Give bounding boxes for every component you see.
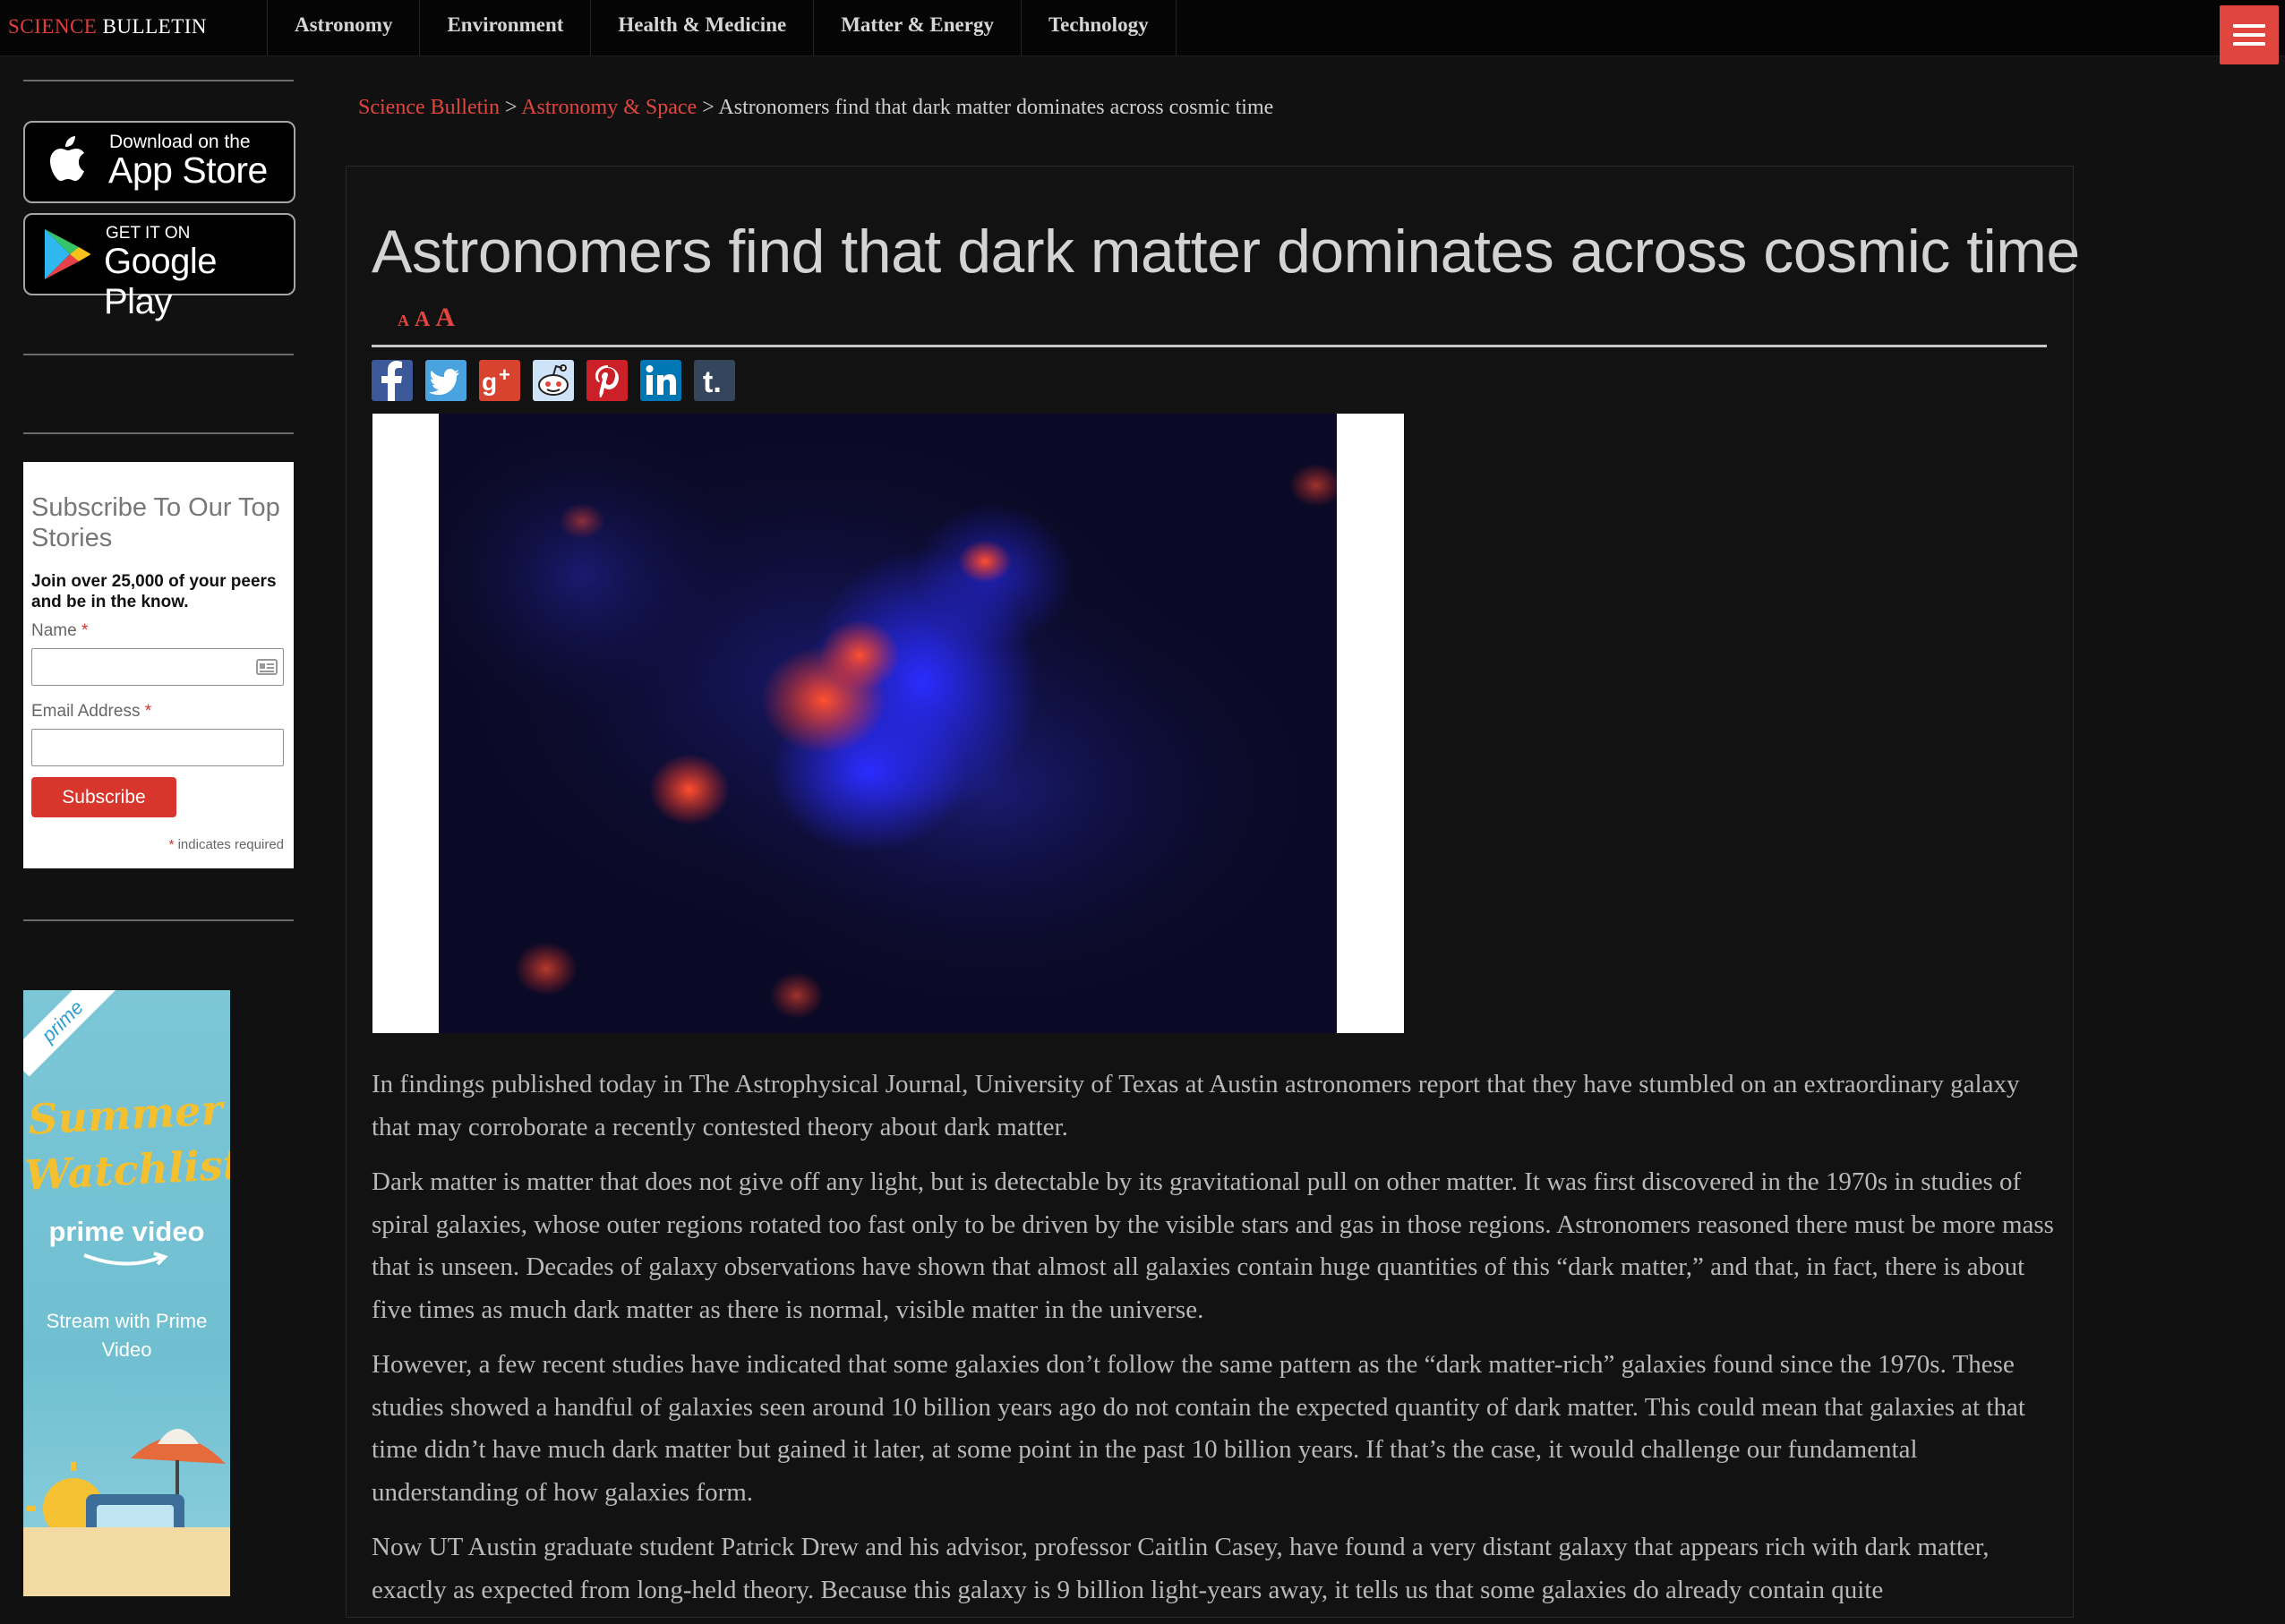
google-play-icon [45,229,90,279]
required-asterisk: * [168,837,175,852]
prime-video-ad-banner[interactable]: prime Summer Watchlist prime video Strea… [23,990,230,1596]
google-plus-icon[interactable]: g + [479,360,520,401]
svg-text:g: g [482,368,497,396]
breadcrumb-current: Astronomers find that dark matter domina… [718,96,1274,119]
subscribe-button[interactable]: Subscribe [31,777,176,817]
font-size-medium-button[interactable]: A [415,308,430,332]
site-logo[interactable]: SCIENCE BULLETIN [8,15,207,38]
twitter-icon[interactable] [425,360,466,401]
ad-sand-strip [23,1527,230,1596]
font-size-small-button[interactable]: A [398,312,409,330]
breadcrumb-separator: > [702,96,715,119]
linkedin-icon[interactable] [640,360,681,401]
prime-video-logo: prime video [48,1216,205,1247]
hamburger-line [2233,33,2265,37]
email-field[interactable] [31,729,284,766]
svg-text:t.: t. [703,365,722,399]
galaxy-image [403,414,1343,1033]
facebook-icon[interactable] [372,360,413,401]
reddit-icon[interactable] [533,360,574,401]
pinterest-icon[interactable] [586,360,628,401]
app-store-badge[interactable]: Download on the App Store [23,121,295,203]
sidebar-divider [23,80,294,81]
name-label: Name * [31,621,88,641]
google-play-small-text: GET IT ON [106,224,191,243]
breadcrumb-separator: > [504,96,518,119]
name-label-text: Name [31,621,77,640]
sidebar-divider [23,432,294,434]
article-image[interactable] [372,414,1404,1033]
newsletter-signup-form: Subscribe To Our Top Stories Join over 2… [23,462,294,868]
article-paragraph: Now UT Austin graduate student Patrick D… [372,1533,1990,1604]
galaxy-photo-icon [403,414,1343,1033]
top-navbar: SCIENCE BULLETIN Astronomy Environment H… [0,0,2285,64]
logo-part-science: SCIENCE [8,15,98,38]
sidebar-divider [23,354,294,355]
breadcrumb-home-link[interactable]: Science Bulletin [358,96,500,119]
app-store-big-text: App Store [108,150,268,191]
nav-item-matter-energy[interactable]: Matter & Energy [813,0,1021,56]
svg-text:+: + [499,363,510,386]
apple-icon [50,136,84,181]
hamburger-line [2233,42,2265,46]
article-paragraph: Dark matter is matter that does not give… [372,1167,2054,1324]
article-paragraph: In findings published today in The Astro… [372,1070,2020,1141]
nav-item-astronomy[interactable]: Astronomy [267,0,419,56]
hamburger-line [2233,24,2265,28]
article-paragraph: However, a few recent studies have indic… [372,1350,2025,1507]
main-nav: Astronomy Environment Health & Medicine … [267,0,1177,56]
google-play-big-text: Google Play [104,242,217,321]
breadcrumb: Science Bulletin > Astronomy & Space > A… [358,96,1273,120]
article-title: Astronomers find that dark matter domina… [372,218,2080,286]
signup-title: Subscribe To Our Top Stories [31,493,280,552]
font-size-large-button[interactable]: A [435,303,455,333]
signup-subtitle: Join over 25,000 of your peers and be in… [31,572,277,611]
tumblr-icon[interactable]: t. [694,360,735,401]
ad-tagline: Stream with Prime Video [46,1310,208,1361]
email-label-text: Email Address [31,702,141,721]
font-size-controls: A A A [398,303,457,333]
google-play-badge[interactable]: GET IT ON Google Play [23,213,295,321]
nav-item-technology[interactable]: Technology [1020,0,1177,56]
title-divider [372,345,2047,347]
ad-title: Summer Watchlist [23,1085,230,1200]
smile-arrow-icon [83,1252,168,1266]
required-asterisk: * [81,621,89,640]
breadcrumb-section-link[interactable]: Astronomy & Space [521,96,697,119]
article-body: In findings published today in The Astro… [372,1064,2055,1624]
name-field[interactable] [31,648,284,686]
logo-part-bulletin: BULLETIN [102,15,208,38]
nav-item-health-medicine[interactable]: Health & Medicine [590,0,813,56]
nav-item-environment[interactable]: Environment [419,0,590,56]
required-asterisk: * [144,702,152,721]
required-note-text: indicates required [177,837,284,852]
email-label: Email Address * [31,702,151,722]
sidebar-divider [23,919,294,921]
share-bar: g + t. [372,360,748,401]
prime-ribbon: prime [23,990,118,1077]
contact-card-icon [256,659,278,675]
hamburger-menu-button[interactable] [2220,5,2279,64]
required-note: * indicates required [169,837,284,852]
